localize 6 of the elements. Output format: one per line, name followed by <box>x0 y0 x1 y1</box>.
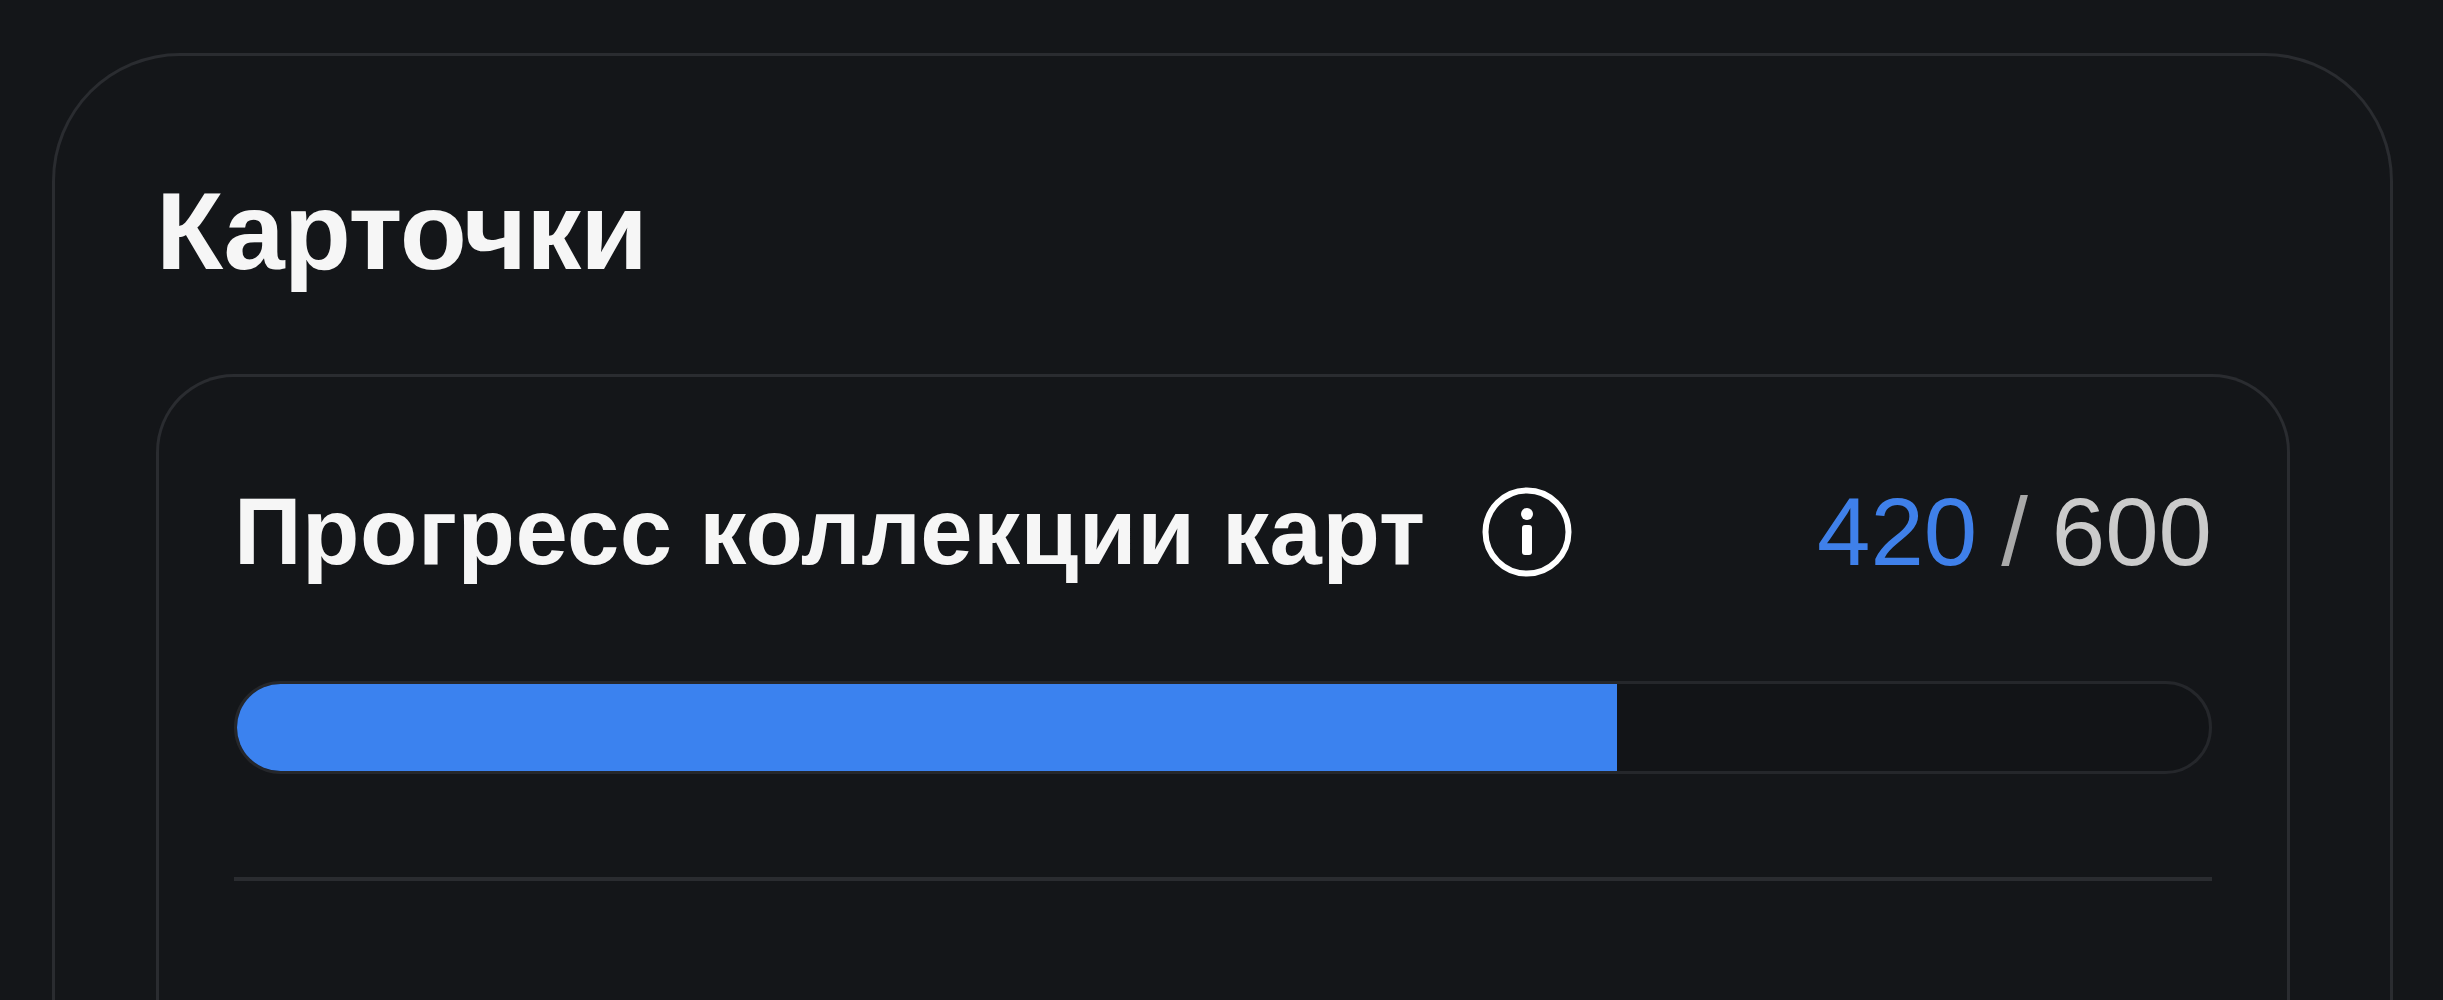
collected-count: 420 <box>1817 476 1978 587</box>
progress-label: Прогресс коллекции карт <box>234 477 1426 586</box>
total-count: 600 <box>2051 476 2212 587</box>
count-separator: / <box>2001 476 2028 587</box>
section-title: Карточки <box>156 168 647 294</box>
info-icon[interactable] <box>1481 486 1572 577</box>
